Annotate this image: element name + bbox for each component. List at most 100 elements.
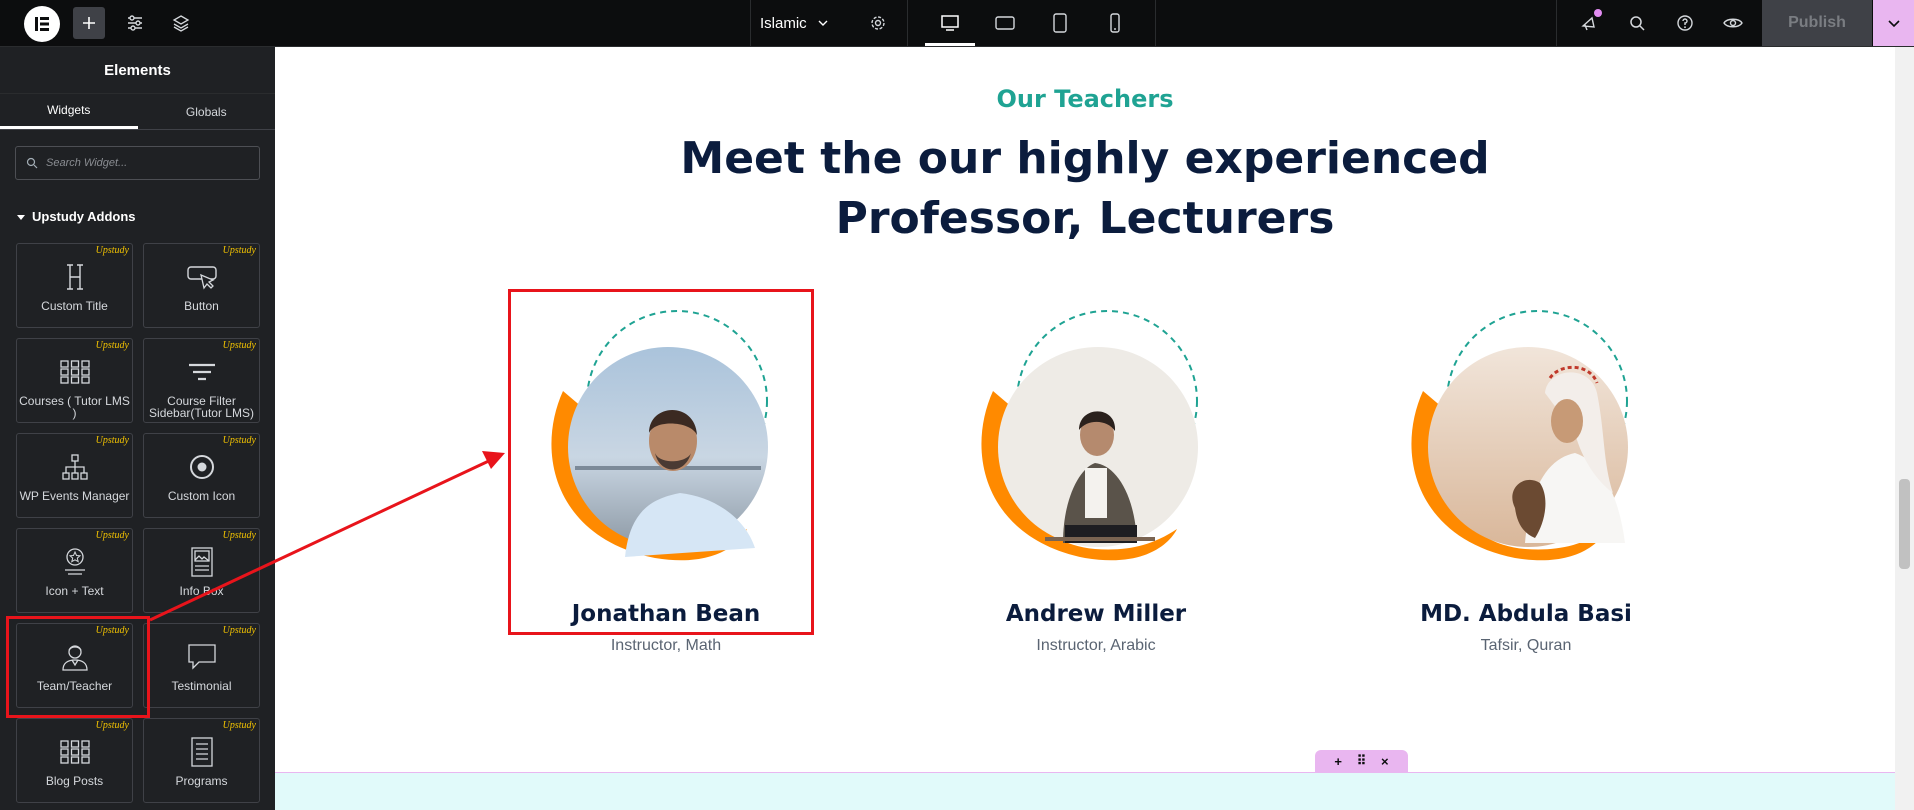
- search-button[interactable]: [1620, 0, 1654, 46]
- notifications-button[interactable]: [1572, 0, 1606, 46]
- scrollbar-thumb[interactable]: [1899, 479, 1910, 569]
- section-subtitle: Our Teachers: [996, 85, 1174, 113]
- device-active-indicator: [925, 43, 975, 46]
- preview-eye-icon: [1723, 18, 1743, 28]
- teacher-role: Instructor, Arabic: [1036, 637, 1156, 654]
- widget-programs[interactable]: Upstudy Programs: [143, 718, 260, 803]
- upstudy-badge: Upstudy: [95, 340, 129, 351]
- speech-bubble-icon: [187, 644, 216, 670]
- upstudy-badge: Upstudy: [222, 340, 256, 351]
- widget-label: Programs: [175, 774, 228, 788]
- upstudy-badge: Upstudy: [95, 720, 129, 731]
- target-icon: [189, 455, 214, 479]
- upstudy-badge: Upstudy: [95, 435, 129, 446]
- separator: [1155, 0, 1156, 46]
- tablet-landscape-icon: [995, 16, 1015, 30]
- page-canvas: Our Teachers Meet the our highly experie…: [275, 47, 1895, 810]
- panel-title: Elements: [0, 47, 275, 94]
- teacher-card-highlight-box: [508, 289, 814, 635]
- upstudy-badge: Upstudy: [222, 245, 256, 256]
- widget-wp-events-manager[interactable]: Upstudy WP Events Manager: [16, 433, 133, 518]
- grid-icon: [59, 360, 90, 384]
- tab-globals[interactable]: Globals: [138, 94, 276, 129]
- widget-label: Blog Posts: [45, 774, 104, 788]
- upstudy-badge: Upstudy: [95, 245, 129, 256]
- grid-icon: [59, 740, 90, 764]
- add-element-button[interactable]: [73, 7, 105, 39]
- delete-section-button[interactable]: ×: [1381, 754, 1389, 769]
- upstudy-badge: Upstudy: [95, 530, 129, 541]
- help-button[interactable]: [1668, 0, 1702, 46]
- canvas-scrollbar[interactable]: [1895, 47, 1914, 810]
- device-desktop-button[interactable]: [925, 0, 975, 46]
- device-mobile-button[interactable]: [1090, 0, 1140, 46]
- widget-blog-posts[interactable]: Upstudy Blog Posts: [16, 718, 133, 803]
- widget-courses-tutor-lms[interactable]: Upstudy Courses ( Tutor LMS ): [16, 338, 133, 423]
- widget-custom-icon[interactable]: Upstudy Custom Icon: [143, 433, 260, 518]
- tablet-icon: [1053, 13, 1067, 33]
- publish-options-button[interactable]: [1872, 0, 1914, 46]
- desktop-icon: [941, 15, 959, 31]
- headline-line-1: Meet the our highly experienced: [680, 133, 1490, 184]
- widget-info-box[interactable]: Upstudy Info Box: [143, 528, 260, 613]
- add-element-icon: [83, 17, 95, 29]
- search-icon: [26, 157, 38, 169]
- section-handle-toolbar: + ⠿ ×: [1315, 750, 1408, 772]
- upstudy-badge: Upstudy: [222, 435, 256, 446]
- teacher-name: MD. Abdula Basi: [1420, 601, 1632, 627]
- notification-dot: [1594, 9, 1602, 17]
- widget-search-box[interactable]: [15, 146, 260, 180]
- separator: [750, 0, 751, 46]
- add-section-button[interactable]: +: [1334, 754, 1342, 769]
- teacher-avatar-graphic: [981, 310, 1198, 561]
- icon-box-icon: [64, 548, 85, 575]
- heading-h-icon: [66, 264, 83, 290]
- widget-custom-title[interactable]: Upstudy Custom Title: [16, 243, 133, 328]
- image-box-icon: [190, 547, 213, 577]
- search-input[interactable]: [46, 157, 246, 169]
- site-settings-icon: [128, 15, 142, 31]
- preview-button[interactable]: [1716, 0, 1750, 46]
- next-section[interactable]: [275, 772, 1895, 810]
- section-headline: Meet the our highly experienced Professo…: [275, 129, 1895, 249]
- teacher-role: Instructor, Math: [610, 637, 722, 654]
- elementor-logo-icon[interactable]: [24, 6, 60, 42]
- mobile-icon: [1110, 13, 1120, 33]
- widget-label: Testimonial: [171, 679, 232, 693]
- page-settings-button[interactable]: [864, 0, 892, 46]
- widget-course-filter-sidebar[interactable]: Upstudy Course Filter Sidebar(Tutor LMS): [143, 338, 260, 423]
- widget-label: Custom Icon: [167, 489, 236, 503]
- widget-label: Icon + Text: [45, 584, 104, 598]
- publish-button[interactable]: Publish: [1762, 0, 1872, 46]
- list-document-icon: [190, 737, 213, 767]
- page-settings-gear-icon: [871, 16, 885, 30]
- widget-icon-text[interactable]: Upstudy Icon + Text: [16, 528, 133, 613]
- tab-widgets[interactable]: Widgets: [0, 94, 138, 129]
- widget-button[interactable]: Upstudy Button: [143, 243, 260, 328]
- teacher-name: Andrew Miller: [1005, 601, 1187, 627]
- category-header-upstudy[interactable]: Upstudy Addons: [16, 209, 136, 224]
- teacher-avatar-graphic: [1411, 310, 1628, 561]
- structure-button[interactable]: [166, 0, 196, 46]
- caret-down-icon: [17, 214, 25, 220]
- widget-label: Course Filter Sidebar(Tutor LMS): [149, 394, 254, 420]
- structure-layers-icon: [172, 15, 190, 32]
- widget-label: Courses ( Tutor LMS ): [19, 394, 130, 420]
- filter-icon: [188, 363, 215, 381]
- widget-testimonial[interactable]: Upstudy Testimonial: [143, 623, 260, 708]
- sitemap-icon: [61, 454, 88, 480]
- chevron-down-icon: [818, 20, 828, 26]
- move-section-handle[interactable]: ⠿: [1357, 753, 1367, 769]
- search-icon: [1630, 16, 1645, 31]
- separator: [907, 0, 908, 46]
- editor-top-bar: Islamic Publish: [0, 0, 1914, 47]
- teacher-card[interactable]: MD. Abdula Basi Tafsir, Quran: [1375, 293, 1677, 654]
- device-tablet-landscape-button[interactable]: [980, 0, 1030, 46]
- site-settings-button[interactable]: [120, 0, 150, 46]
- widget-label: Custom Title: [41, 299, 108, 313]
- widget-label: Info Box: [179, 584, 224, 598]
- device-tablet-button[interactable]: [1035, 0, 1085, 46]
- site-title-dropdown[interactable]: Islamic: [760, 0, 829, 46]
- teacher-card[interactable]: Andrew Miller Instructor, Arabic: [945, 293, 1247, 654]
- separator: [1556, 0, 1557, 46]
